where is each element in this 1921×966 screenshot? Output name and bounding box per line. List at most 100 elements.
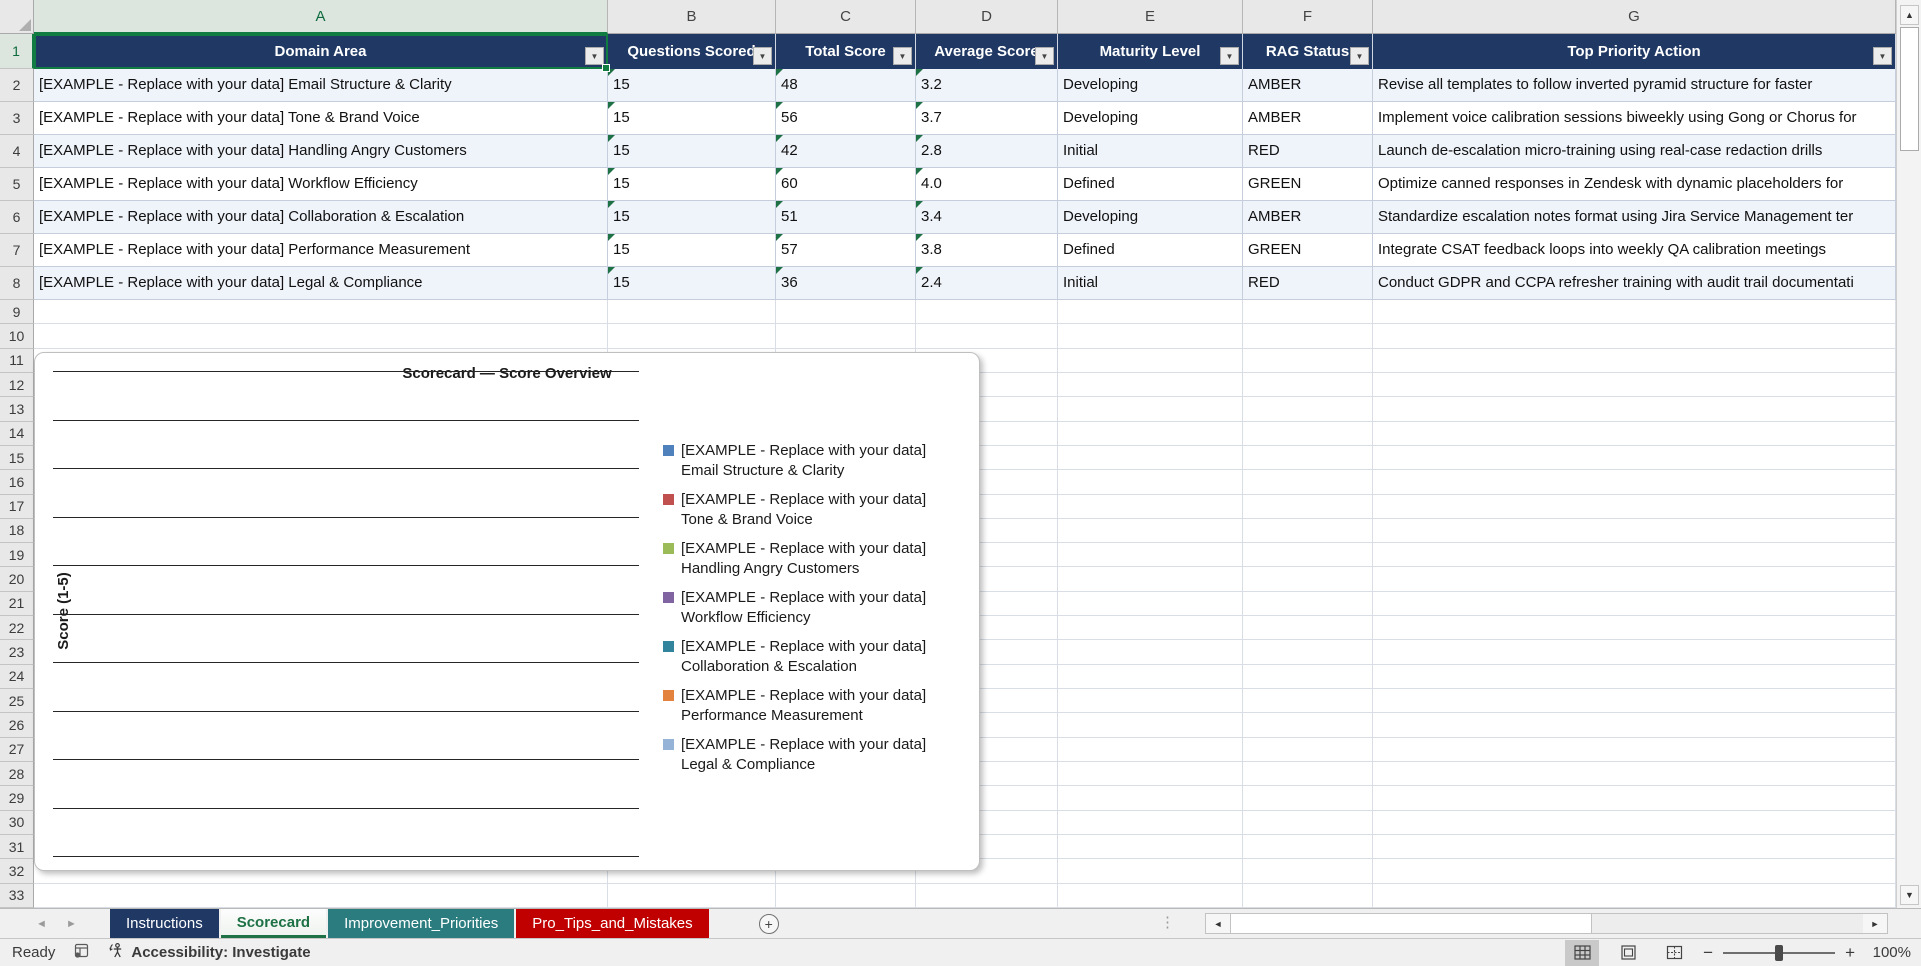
empty-cell[interactable] — [1058, 616, 1243, 640]
empty-cell[interactable] — [1373, 786, 1896, 810]
zoom-out-icon[interactable]: − — [1703, 943, 1713, 963]
column-header-D[interactable]: D — [916, 0, 1058, 34]
row-header-26[interactable]: 26 — [0, 713, 34, 737]
empty-cell[interactable] — [608, 324, 776, 348]
empty-cell[interactable] — [1058, 884, 1243, 908]
cell-rag[interactable]: RED — [1243, 135, 1373, 168]
empty-cell[interactable] — [1373, 324, 1896, 348]
empty-cell[interactable] — [1058, 592, 1243, 616]
empty-cell[interactable] — [1243, 786, 1373, 810]
empty-cell[interactable] — [34, 324, 608, 348]
zoom-slider-track[interactable] — [1723, 945, 1835, 961]
scroll-up-button[interactable]: ▲ — [1900, 5, 1919, 25]
cell-maturity[interactable]: Developing — [1058, 201, 1243, 234]
empty-cell[interactable] — [1058, 762, 1243, 786]
empty-cell[interactable] — [776, 884, 916, 908]
empty-cell[interactable] — [1373, 859, 1896, 883]
row-header-32[interactable]: 32 — [0, 859, 34, 883]
empty-cell[interactable] — [1243, 300, 1373, 324]
table-header-rag-status[interactable]: RAG Status▼ — [1243, 34, 1373, 69]
row-header-21[interactable]: 21 — [0, 592, 34, 616]
empty-cell[interactable] — [1058, 811, 1243, 835]
vertical-scrollbar[interactable]: ▲ ▼ — [1896, 0, 1921, 908]
horizontal-scroll-thumb[interactable] — [1230, 914, 1592, 933]
empty-cell[interactable] — [1243, 835, 1373, 859]
empty-cell[interactable] — [1373, 884, 1896, 908]
cell-questions[interactable]: 15 — [608, 168, 776, 201]
cell-total[interactable]: 42 — [776, 135, 916, 168]
cell-action[interactable]: Revise all templates to follow inverted … — [1373, 69, 1896, 102]
empty-cell[interactable] — [1243, 324, 1373, 348]
empty-cell[interactable] — [1058, 324, 1243, 348]
empty-cell[interactable] — [1373, 495, 1896, 519]
empty-cell[interactable] — [1058, 519, 1243, 543]
table-header-top-priority-action[interactable]: Top Priority Action▼ — [1373, 34, 1896, 69]
empty-cell[interactable] — [1373, 397, 1896, 421]
cell-action[interactable]: Integrate CSAT feedback loops into weekl… — [1373, 234, 1896, 267]
cell-avg[interactable]: 3.8 — [916, 234, 1058, 267]
empty-cell[interactable] — [1373, 446, 1896, 470]
cell-total[interactable]: 48 — [776, 69, 916, 102]
scroll-right-button[interactable]: ► — [1863, 914, 1887, 933]
cell-action[interactable]: Launch de-escalation micro-training usin… — [1373, 135, 1896, 168]
empty-cell[interactable] — [34, 300, 608, 324]
row-header-20[interactable]: 20 — [0, 567, 34, 591]
cell-questions[interactable]: 15 — [608, 234, 776, 267]
cell-action[interactable]: Implement voice calibration sessions biw… — [1373, 102, 1896, 135]
cell-avg[interactable]: 3.2 — [916, 69, 1058, 102]
empty-cell[interactable] — [1243, 859, 1373, 883]
empty-cell[interactable] — [1058, 713, 1243, 737]
empty-cell[interactable] — [1373, 422, 1896, 446]
table-header-maturity-level[interactable]: Maturity Level▼ — [1058, 34, 1243, 69]
filter-dropdown-button[interactable]: ▼ — [1035, 47, 1054, 65]
empty-cell[interactable] — [1243, 738, 1373, 762]
filter-dropdown-button[interactable]: ▼ — [1220, 47, 1239, 65]
row-header-1[interactable]: 1 — [0, 34, 34, 69]
cell-area[interactable]: [EXAMPLE - Replace with your data] Tone … — [34, 102, 608, 135]
row-header-17[interactable]: 17 — [0, 495, 34, 519]
horizontal-scroll-track[interactable] — [1592, 914, 1863, 933]
cell-avg[interactable]: 3.7 — [916, 102, 1058, 135]
cell-maturity[interactable]: Defined — [1058, 234, 1243, 267]
empty-cell[interactable] — [1058, 373, 1243, 397]
empty-cell[interactable] — [776, 324, 916, 348]
table-header-domain-area[interactable]: Domain Area▼ — [34, 34, 608, 69]
empty-cell[interactable] — [1243, 349, 1373, 373]
empty-cell[interactable] — [1243, 616, 1373, 640]
cell-avg[interactable]: 4.0 — [916, 168, 1058, 201]
empty-cell[interactable] — [1243, 640, 1373, 664]
filter-dropdown-button[interactable]: ▼ — [893, 47, 912, 65]
column-header-E[interactable]: E — [1058, 0, 1243, 34]
empty-cell[interactable] — [1058, 786, 1243, 810]
column-header-B[interactable]: B — [608, 0, 776, 34]
cell-area[interactable]: [EXAMPLE - Replace with your data] Colla… — [34, 201, 608, 234]
row-header-18[interactable]: 18 — [0, 519, 34, 543]
empty-cell[interactable] — [1058, 640, 1243, 664]
cell-rag[interactable]: AMBER — [1243, 201, 1373, 234]
empty-cell[interactable] — [1058, 397, 1243, 421]
cell-rag[interactable]: AMBER — [1243, 69, 1373, 102]
cell-avg[interactable]: 2.4 — [916, 267, 1058, 300]
cell-questions[interactable]: 15 — [608, 135, 776, 168]
zoom-slider[interactable]: − + — [1703, 943, 1855, 963]
row-header-9[interactable]: 9 — [0, 300, 34, 324]
cell-total[interactable]: 57 — [776, 234, 916, 267]
empty-cell[interactable] — [1373, 373, 1896, 397]
column-header-A[interactable]: A — [34, 0, 608, 34]
page-layout-view-button[interactable] — [1611, 940, 1645, 966]
empty-cell[interactable] — [1243, 446, 1373, 470]
cell-maturity[interactable]: Initial — [1058, 267, 1243, 300]
empty-cell[interactable] — [1373, 835, 1896, 859]
filter-dropdown-button[interactable]: ▼ — [585, 47, 604, 65]
cell-action[interactable]: Conduct GDPR and CCPA refresher training… — [1373, 267, 1896, 300]
empty-cell[interactable] — [1058, 470, 1243, 494]
empty-cell[interactable] — [1243, 762, 1373, 786]
row-header-8[interactable]: 8 — [0, 267, 34, 300]
normal-view-button[interactable] — [1565, 940, 1599, 966]
empty-cell[interactable] — [1373, 713, 1896, 737]
row-header-27[interactable]: 27 — [0, 738, 34, 762]
empty-cell[interactable] — [608, 300, 776, 324]
row-header-31[interactable]: 31 — [0, 835, 34, 859]
cell-rag[interactable]: GREEN — [1243, 234, 1373, 267]
empty-cell[interactable] — [1058, 738, 1243, 762]
